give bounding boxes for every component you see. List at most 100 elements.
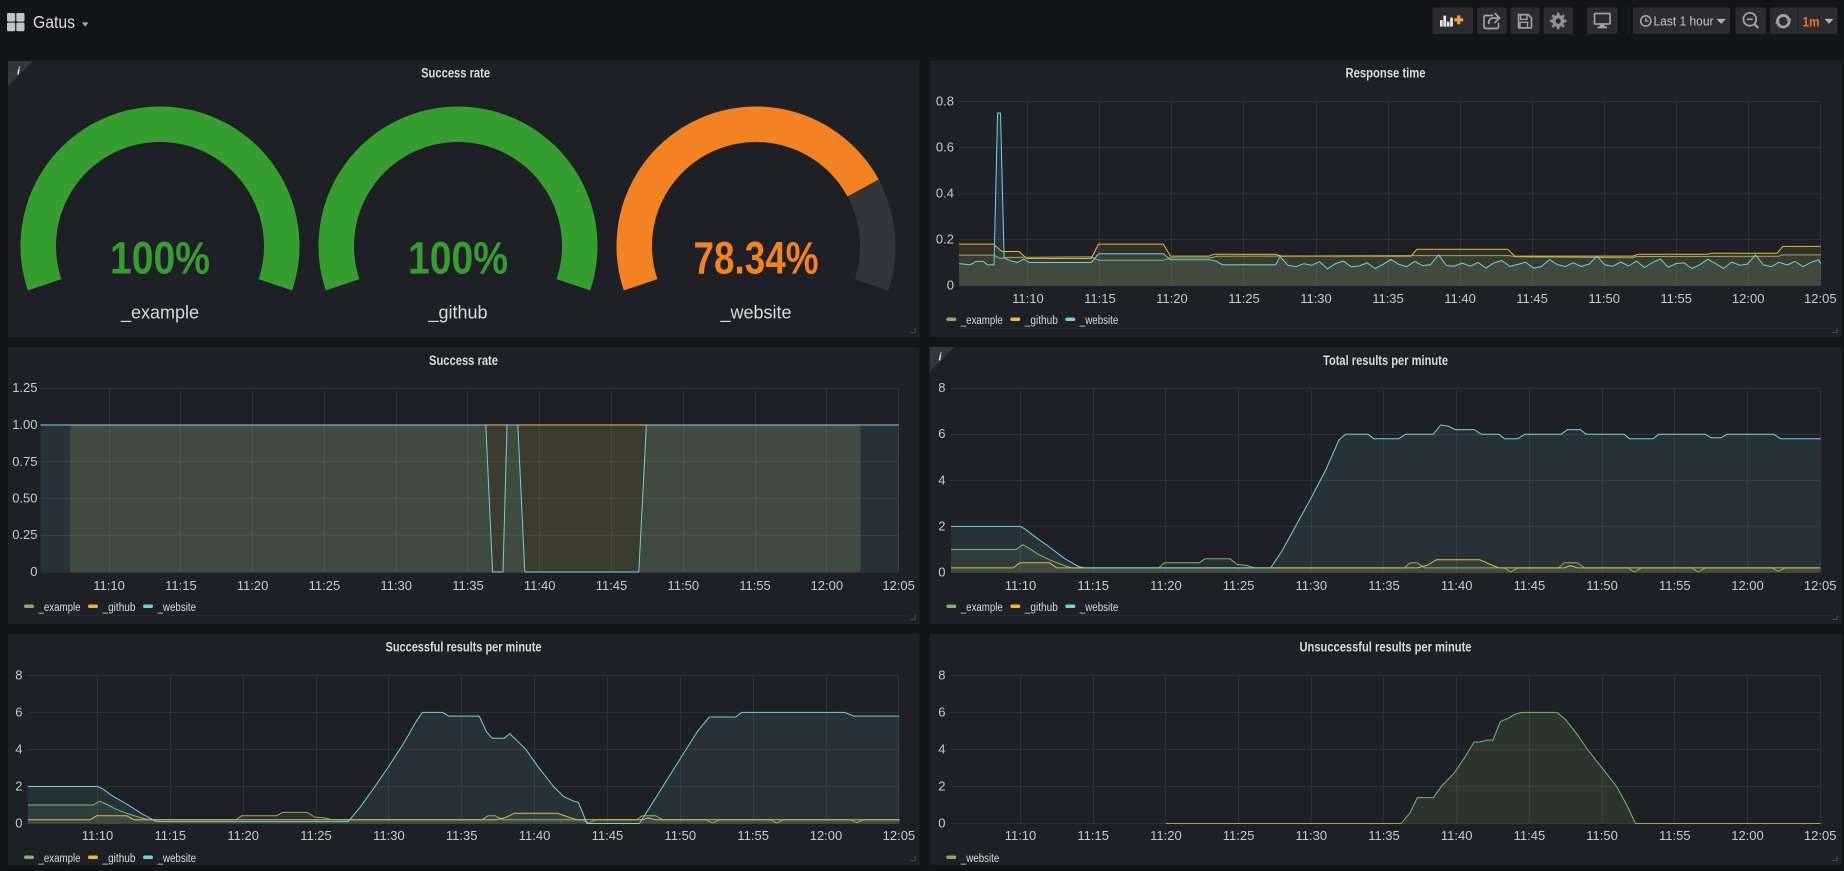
- svg-text:11:55: 11:55: [1659, 578, 1691, 593]
- svg-text:2: 2: [938, 518, 945, 533]
- svg-text:12:05: 12:05: [1804, 578, 1837, 593]
- svg-text:0: 0: [938, 565, 945, 580]
- svg-text:11:30: 11:30: [1300, 291, 1332, 306]
- svg-text:_website: _website: [157, 853, 196, 865]
- svg-text:0: 0: [15, 816, 22, 831]
- svg-text:_example: _example: [120, 303, 199, 324]
- svg-text:0.8: 0.8: [936, 94, 954, 109]
- svg-text:1.25: 1.25: [12, 380, 37, 395]
- svg-text:0.6: 0.6: [936, 140, 954, 155]
- svg-text:_github: _github: [1024, 602, 1058, 614]
- svg-text:Response time: Response time: [1346, 66, 1426, 81]
- svg-text:11:15: 11:15: [155, 828, 187, 843]
- svg-text:Unsuccessful results per minut: Unsuccessful results per minute: [1300, 640, 1472, 655]
- svg-text:11:35: 11:35: [1368, 828, 1400, 843]
- svg-text:_github: _github: [1024, 315, 1058, 327]
- svg-text:Success rate: Success rate: [429, 353, 498, 368]
- svg-text:100%: 100%: [110, 233, 210, 284]
- svg-text:8: 8: [15, 667, 22, 682]
- svg-text:12:00: 12:00: [1732, 291, 1765, 306]
- svg-text:11:40: 11:40: [524, 578, 556, 593]
- svg-text:11:35: 11:35: [1372, 291, 1404, 306]
- svg-text:_example: _example: [38, 602, 81, 614]
- svg-text:11:10: 11:10: [93, 578, 125, 593]
- svg-text:6: 6: [938, 426, 945, 441]
- svg-text:0.75: 0.75: [12, 454, 37, 469]
- svg-text:11:35: 11:35: [446, 828, 478, 843]
- svg-text:11:40: 11:40: [1444, 291, 1476, 306]
- svg-text:11:25: 11:25: [1223, 578, 1255, 593]
- svg-text:12:00: 12:00: [1731, 578, 1764, 593]
- svg-text:0.50: 0.50: [12, 491, 37, 506]
- svg-text:1m: 1m: [1803, 13, 1820, 29]
- svg-text:11:20: 11:20: [1150, 578, 1182, 593]
- svg-text:11:45: 11:45: [592, 828, 624, 843]
- svg-text:11:10: 11:10: [1005, 828, 1037, 843]
- svg-text:0: 0: [947, 278, 954, 293]
- svg-text:_website: _website: [719, 303, 791, 324]
- svg-text:11:50: 11:50: [1586, 828, 1618, 843]
- svg-text:_website: _website: [1079, 602, 1118, 614]
- svg-text:11:55: 11:55: [739, 578, 771, 593]
- svg-text:11:45: 11:45: [596, 578, 628, 593]
- svg-text:11:50: 11:50: [668, 578, 700, 593]
- svg-text:11:20: 11:20: [237, 578, 269, 593]
- svg-text:11:15: 11:15: [1084, 291, 1116, 306]
- svg-text:_example: _example: [38, 853, 81, 865]
- svg-text:_github: _github: [102, 602, 136, 614]
- svg-text:11:55: 11:55: [737, 828, 769, 843]
- svg-text:11:45: 11:45: [1516, 291, 1548, 306]
- svg-text:11:40: 11:40: [1441, 828, 1473, 843]
- svg-text:12:05: 12:05: [1804, 291, 1837, 306]
- svg-text:12:05: 12:05: [1804, 828, 1837, 843]
- svg-text:0.4: 0.4: [936, 186, 954, 201]
- svg-text:4: 4: [15, 741, 22, 756]
- svg-text:11:20: 11:20: [1150, 828, 1182, 843]
- svg-text:_website: _website: [157, 602, 196, 614]
- svg-text:11:10: 11:10: [1012, 291, 1044, 306]
- svg-text:11:35: 11:35: [1368, 578, 1400, 593]
- svg-text:11:25: 11:25: [1228, 291, 1260, 306]
- svg-text:11:30: 11:30: [1296, 578, 1328, 593]
- svg-text:0: 0: [30, 564, 37, 579]
- svg-text:Success rate: Success rate: [421, 66, 490, 81]
- svg-text:11:25: 11:25: [1223, 828, 1255, 843]
- svg-text:11:55: 11:55: [1660, 291, 1692, 306]
- svg-text:1.00: 1.00: [12, 417, 37, 432]
- svg-text:11:30: 11:30: [1296, 828, 1328, 843]
- svg-text:12:05: 12:05: [883, 828, 916, 843]
- svg-text:_example: _example: [960, 315, 1003, 327]
- svg-text:11:40: 11:40: [1441, 578, 1473, 593]
- svg-text:100%: 100%: [408, 233, 508, 284]
- svg-text:11:25: 11:25: [300, 828, 332, 843]
- svg-text:12:00: 12:00: [810, 828, 843, 843]
- svg-text:Last 1 hour: Last 1 hour: [1654, 13, 1715, 28]
- svg-text:_website: _website: [960, 853, 999, 865]
- svg-text:11:20: 11:20: [1156, 291, 1188, 306]
- svg-text:0.25: 0.25: [12, 527, 37, 542]
- svg-text:4: 4: [938, 741, 945, 756]
- svg-text:Successful results per minute: Successful results per minute: [386, 640, 542, 655]
- svg-text:12:00: 12:00: [811, 578, 844, 593]
- svg-text:8: 8: [938, 380, 945, 395]
- svg-text:11:25: 11:25: [309, 578, 341, 593]
- svg-text:11:10: 11:10: [82, 828, 114, 843]
- svg-text:12:05: 12:05: [882, 578, 915, 593]
- svg-text:_github: _github: [102, 853, 136, 865]
- svg-text:0: 0: [938, 816, 945, 831]
- svg-text:2: 2: [15, 779, 22, 794]
- svg-text:78.34%: 78.34%: [694, 233, 819, 284]
- svg-text:11:55: 11:55: [1659, 828, 1691, 843]
- svg-text:4: 4: [938, 472, 945, 487]
- svg-text:11:45: 11:45: [1514, 828, 1546, 843]
- svg-text:_github: _github: [427, 303, 487, 324]
- svg-text:_example: _example: [960, 602, 1003, 614]
- svg-text:11:35: 11:35: [452, 578, 484, 593]
- svg-text:11:30: 11:30: [373, 828, 405, 843]
- svg-text:11:50: 11:50: [1588, 291, 1620, 306]
- svg-text:11:30: 11:30: [380, 578, 412, 593]
- svg-text:12:00: 12:00: [1731, 828, 1764, 843]
- svg-text:11:20: 11:20: [227, 828, 259, 843]
- svg-text:_website: _website: [1079, 315, 1118, 327]
- svg-text:11:40: 11:40: [519, 828, 551, 843]
